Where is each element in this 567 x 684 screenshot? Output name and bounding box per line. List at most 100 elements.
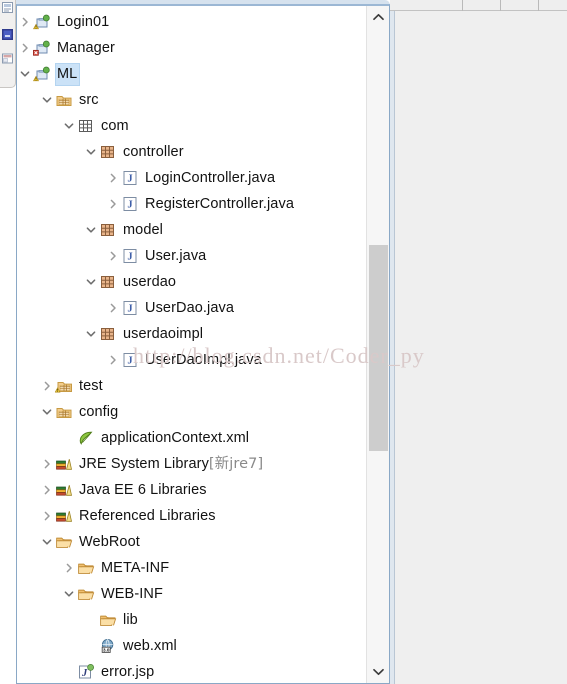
chevron-down-icon[interactable] xyxy=(61,113,77,139)
tree-row-ml[interactable]: ML xyxy=(17,61,365,87)
tree-row-applicationcontext-xml[interactable]: applicationContext.xml xyxy=(17,425,365,451)
svg-text:J: J xyxy=(127,200,132,211)
tree-row-label: com xyxy=(101,117,129,134)
chevron-down-icon[interactable] xyxy=(61,581,77,607)
minimized-view-icon-2[interactable] xyxy=(1,28,14,41)
tree-vertical-scrollbar[interactable] xyxy=(366,6,389,683)
chevron-right-icon[interactable] xyxy=(105,165,121,191)
tree-row-test[interactable]: test xyxy=(17,373,365,399)
tree-row-referenced-libraries[interactable]: Referenced Libraries xyxy=(17,503,365,529)
chevron-right-icon[interactable] xyxy=(105,191,121,217)
chevron-down-icon[interactable] xyxy=(39,399,55,425)
tree-row-manager[interactable]: Manager xyxy=(17,35,365,61)
tree-row-label-suffix: [新jre7] xyxy=(208,455,264,472)
tree-row-label: web.xml xyxy=(123,637,177,654)
spring-config-icon xyxy=(77,429,95,447)
svg-text:J: J xyxy=(127,356,132,367)
chevron-right-icon[interactable] xyxy=(105,295,121,321)
chevron-down-icon[interactable] xyxy=(83,321,99,347)
scrollbar-down-arrow-icon[interactable] xyxy=(367,661,389,683)
library-icon xyxy=(55,481,73,499)
package-explorer-view: Login01 Manager ML src com controller J LoginCo… xyxy=(16,4,390,684)
minimized-views-rail xyxy=(0,0,16,88)
svg-text:3.0: 3.0 xyxy=(103,647,110,652)
java-file-icon: J xyxy=(121,169,139,187)
web-descriptor-icon: 3.0 xyxy=(99,637,117,655)
java-file-icon: J xyxy=(121,351,139,369)
library-icon xyxy=(55,455,73,473)
tree-row-user-java[interactable]: J User.java xyxy=(17,243,365,269)
tree-row-lib[interactable]: lib xyxy=(17,607,365,633)
folder-icon xyxy=(55,533,73,551)
tree-row-label: model xyxy=(123,221,163,238)
tree-row-registercontroller-java[interactable]: J RegisterController.java xyxy=(17,191,365,217)
tree-row-web-xml[interactable]: 3.0 web.xml xyxy=(17,633,365,659)
tree-row-meta-inf[interactable]: META-INF xyxy=(17,555,365,581)
chevron-down-icon[interactable] xyxy=(83,217,99,243)
tree-row-userdao[interactable]: userdao xyxy=(17,269,365,295)
tree-row-userdaoimpl-java[interactable]: J UserDaoImpl.java xyxy=(17,347,365,373)
tree-row-jre-system-library[interactable]: JRE System Library [新jre7] xyxy=(17,451,365,477)
tree-row-label: Login01 xyxy=(57,13,110,30)
java-file-icon: J xyxy=(121,195,139,213)
tree-row-label: src xyxy=(79,91,99,108)
library-icon xyxy=(55,507,73,525)
tree-row-error-jsp[interactable]: Jerror.jsp xyxy=(17,659,365,683)
scrollbar-thumb[interactable] xyxy=(369,245,388,451)
ruler-tick-0 xyxy=(462,0,463,11)
chevron-down-icon[interactable] xyxy=(83,139,99,165)
editor-ruler xyxy=(390,0,567,11)
svg-text:J: J xyxy=(127,304,132,315)
java-web-project-warning-icon xyxy=(33,65,51,83)
tree-row-com[interactable]: com xyxy=(17,113,365,139)
chevron-down-icon[interactable] xyxy=(39,529,55,555)
chevron-down-icon[interactable] xyxy=(39,87,55,113)
chevron-down-icon[interactable] xyxy=(17,61,33,87)
tree-row-label: userdao xyxy=(123,273,177,290)
tree-row-userdao-java[interactable]: J UserDao.java xyxy=(17,295,365,321)
minimized-view-icon-1[interactable] xyxy=(1,1,14,14)
folder-icon xyxy=(99,611,117,629)
chevron-right-icon[interactable] xyxy=(39,477,55,503)
ruler-tick-1 xyxy=(500,0,501,11)
chevron-right-icon[interactable] xyxy=(61,555,77,581)
tree-row-logincontroller-java[interactable]: J LoginController.java xyxy=(17,165,365,191)
tree-row-controller[interactable]: controller xyxy=(17,139,365,165)
source-folder-icon xyxy=(55,91,73,109)
tree-row-java-ee-6-libraries[interactable]: Java EE 6 Libraries xyxy=(17,477,365,503)
java-web-project-warning-icon xyxy=(33,13,51,31)
tree-row-label: userdaoimpl xyxy=(123,325,204,342)
chevron-right-icon[interactable] xyxy=(17,35,33,61)
package-empty-icon xyxy=(77,117,95,135)
tree-row-src[interactable]: src xyxy=(17,87,365,113)
chevron-right-icon[interactable] xyxy=(39,503,55,529)
chevron-right-icon[interactable] xyxy=(39,451,55,477)
scrollbar-up-arrow-icon[interactable] xyxy=(367,6,389,28)
tree-row-web-inf[interactable]: WEB-INF xyxy=(17,581,365,607)
chevron-down-icon[interactable] xyxy=(83,269,99,295)
tree-row-label: test xyxy=(79,377,103,394)
ruler-tick-2 xyxy=(538,0,539,11)
tree-row-config[interactable]: config xyxy=(17,399,365,425)
chevron-right-icon[interactable] xyxy=(39,373,55,399)
tree-row-model[interactable]: model xyxy=(17,217,365,243)
chevron-right-icon[interactable] xyxy=(105,347,121,373)
package-icon xyxy=(99,273,117,291)
tree-row-label: LoginController.java xyxy=(145,169,276,186)
minimized-view-icon-3[interactable] xyxy=(1,52,14,65)
tree-row-webroot[interactable]: WebRoot xyxy=(17,529,365,555)
tree-row-userdaoimpl[interactable]: userdaoimpl xyxy=(17,321,365,347)
tree-row-label: applicationContext.xml xyxy=(101,429,250,446)
tree-row-label: error.jsp xyxy=(101,663,155,680)
svg-text:J: J xyxy=(127,174,132,185)
chevron-right-icon[interactable] xyxy=(105,243,121,269)
chevron-right-icon[interactable] xyxy=(17,9,33,35)
project-tree[interactable]: Login01 Manager ML src com controller J LoginCo… xyxy=(17,6,365,683)
tree-row-login01[interactable]: Login01 xyxy=(17,9,365,35)
tree-row-label: Manager xyxy=(57,39,115,56)
source-folder-icon xyxy=(55,403,73,421)
